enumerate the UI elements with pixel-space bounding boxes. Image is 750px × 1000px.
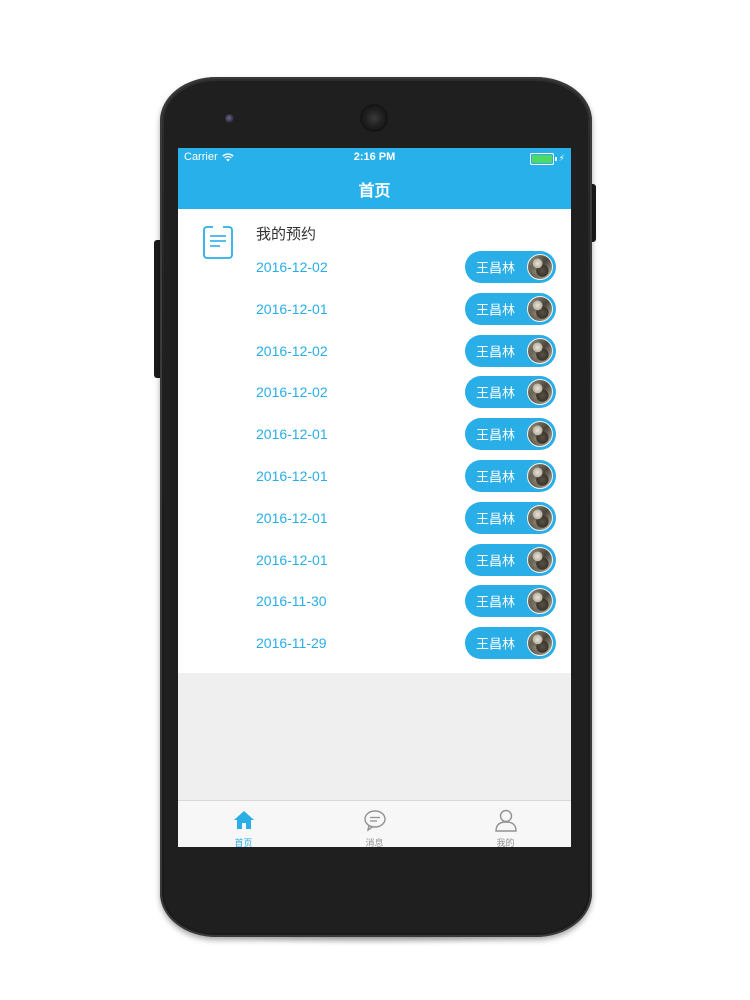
navigation-bar: Carrier 2:16 PM ⚡ 首页 — [178, 148, 571, 209]
home-icon — [233, 811, 254, 829]
appointment-row[interactable]: 2016-12-02 王昌林 — [178, 371, 571, 413]
appointments-panel: 我的预约 2016-12-02 王昌林 2016-12-01 王昌林 2016-12-0… — [178, 209, 571, 673]
doctor-name: 王昌林 — [476, 470, 516, 486]
appointment-row[interactable]: 2016-12-01 王昌林 — [178, 413, 571, 455]
avatar — [527, 379, 553, 406]
appointment-row[interactable]: 2016-12-01 王昌林 — [178, 455, 571, 497]
appointment-date: 2016-12-02 — [256, 342, 328, 359]
battery-icon: ⚡ — [529, 153, 565, 165]
appointment-date: 2016-12-01 — [256, 426, 328, 443]
doctor-name: 王昌林 — [476, 386, 516, 402]
front-camera — [225, 114, 235, 124]
doctor-name: 王昌林 — [476, 261, 516, 277]
doctor-pill-button[interactable]: 王昌林 — [465, 251, 556, 283]
tab-home[interactable]: 首页 — [178, 801, 309, 847]
avatar — [527, 463, 553, 489]
tab-home-label: 首页 — [234, 839, 253, 847]
doctor-pill-button[interactable]: 王昌林 — [465, 376, 556, 409]
appointment-row[interactable]: 2016-12-02 王昌林 — [178, 330, 571, 372]
tab-messages[interactable]: 消息 — [309, 801, 440, 847]
tab-messages-label: 消息 — [365, 839, 384, 847]
doctor-pill-button[interactable]: 王昌林 — [465, 543, 556, 576]
appointment-row[interactable]: 2016-12-01 王昌林 — [178, 288, 571, 330]
doctor-name: 王昌林 — [476, 512, 516, 528]
appointment-date: 2016-11-30 — [256, 593, 327, 610]
doctor-pill-button[interactable]: 王昌林 — [465, 334, 556, 367]
appointment-date: 2016-12-02 — [256, 259, 328, 275]
tab-profile-label: 我的 — [496, 839, 515, 847]
message-icon — [363, 810, 386, 832]
appointment-date: 2016-11-29 — [256, 635, 327, 652]
earpiece-speaker — [362, 106, 386, 130]
avatar — [527, 337, 553, 364]
section-title: 我的预约 — [256, 225, 317, 243]
appointment-date: 2016-12-01 — [256, 468, 328, 484]
doctor-pill-button[interactable]: 王昌林 — [465, 585, 556, 618]
tab-profile[interactable]: 我的 — [440, 801, 571, 847]
charging-icon: ⚡ — [558, 154, 565, 164]
avatar — [527, 546, 553, 573]
doctor-name: 王昌林 — [476, 303, 516, 319]
avatar — [527, 254, 553, 280]
avatar — [527, 421, 553, 448]
person-icon — [494, 809, 517, 832]
avatar — [527, 588, 553, 615]
status-time: 2:16 PM — [353, 151, 396, 163]
doctor-pill-button[interactable]: 王昌林 — [465, 460, 556, 492]
doctor-name: 王昌林 — [476, 428, 516, 444]
appointment-row[interactable]: 2016-11-29 王昌林 — [178, 622, 571, 664]
avatar — [527, 504, 553, 531]
appointment-date: 2016-12-02 — [256, 384, 328, 401]
appointment-row[interactable]: 2016-12-01 王昌林 — [178, 497, 571, 539]
avatar — [527, 630, 553, 657]
doctor-name: 王昌林 — [476, 637, 516, 653]
doctor-pill-button[interactable]: 王昌林 — [465, 501, 556, 534]
avatar — [527, 295, 553, 322]
doctor-name: 王昌林 — [476, 554, 516, 570]
page-title: 首页 — [358, 181, 391, 200]
doctor-pill-button[interactable]: 王昌林 — [465, 292, 556, 325]
doctor-name: 王昌林 — [476, 345, 516, 361]
app-screen: Carrier 2:16 PM ⚡ 首页 我的预约 2016-12-02 王昌林 2… — [178, 148, 571, 847]
appointment-row[interactable]: 2016-12-01 王昌林 — [178, 539, 571, 581]
doctor-pill-button[interactable]: 王昌林 — [465, 627, 556, 660]
appointment-row[interactable]: 2016-11-30 王昌林 — [178, 580, 571, 622]
appointment-date: 2016-12-01 — [256, 551, 328, 568]
appointment-date: 2016-12-01 — [256, 300, 328, 317]
appointment-row[interactable]: 2016-12-02 王昌林 — [178, 246, 571, 288]
appointment-date: 2016-12-01 — [256, 509, 328, 526]
doctor-name: 王昌林 — [476, 595, 516, 611]
doctor-pill-button[interactable]: 王昌林 — [465, 418, 556, 451]
tab-bar: 首页 消息 我的 — [178, 800, 571, 847]
